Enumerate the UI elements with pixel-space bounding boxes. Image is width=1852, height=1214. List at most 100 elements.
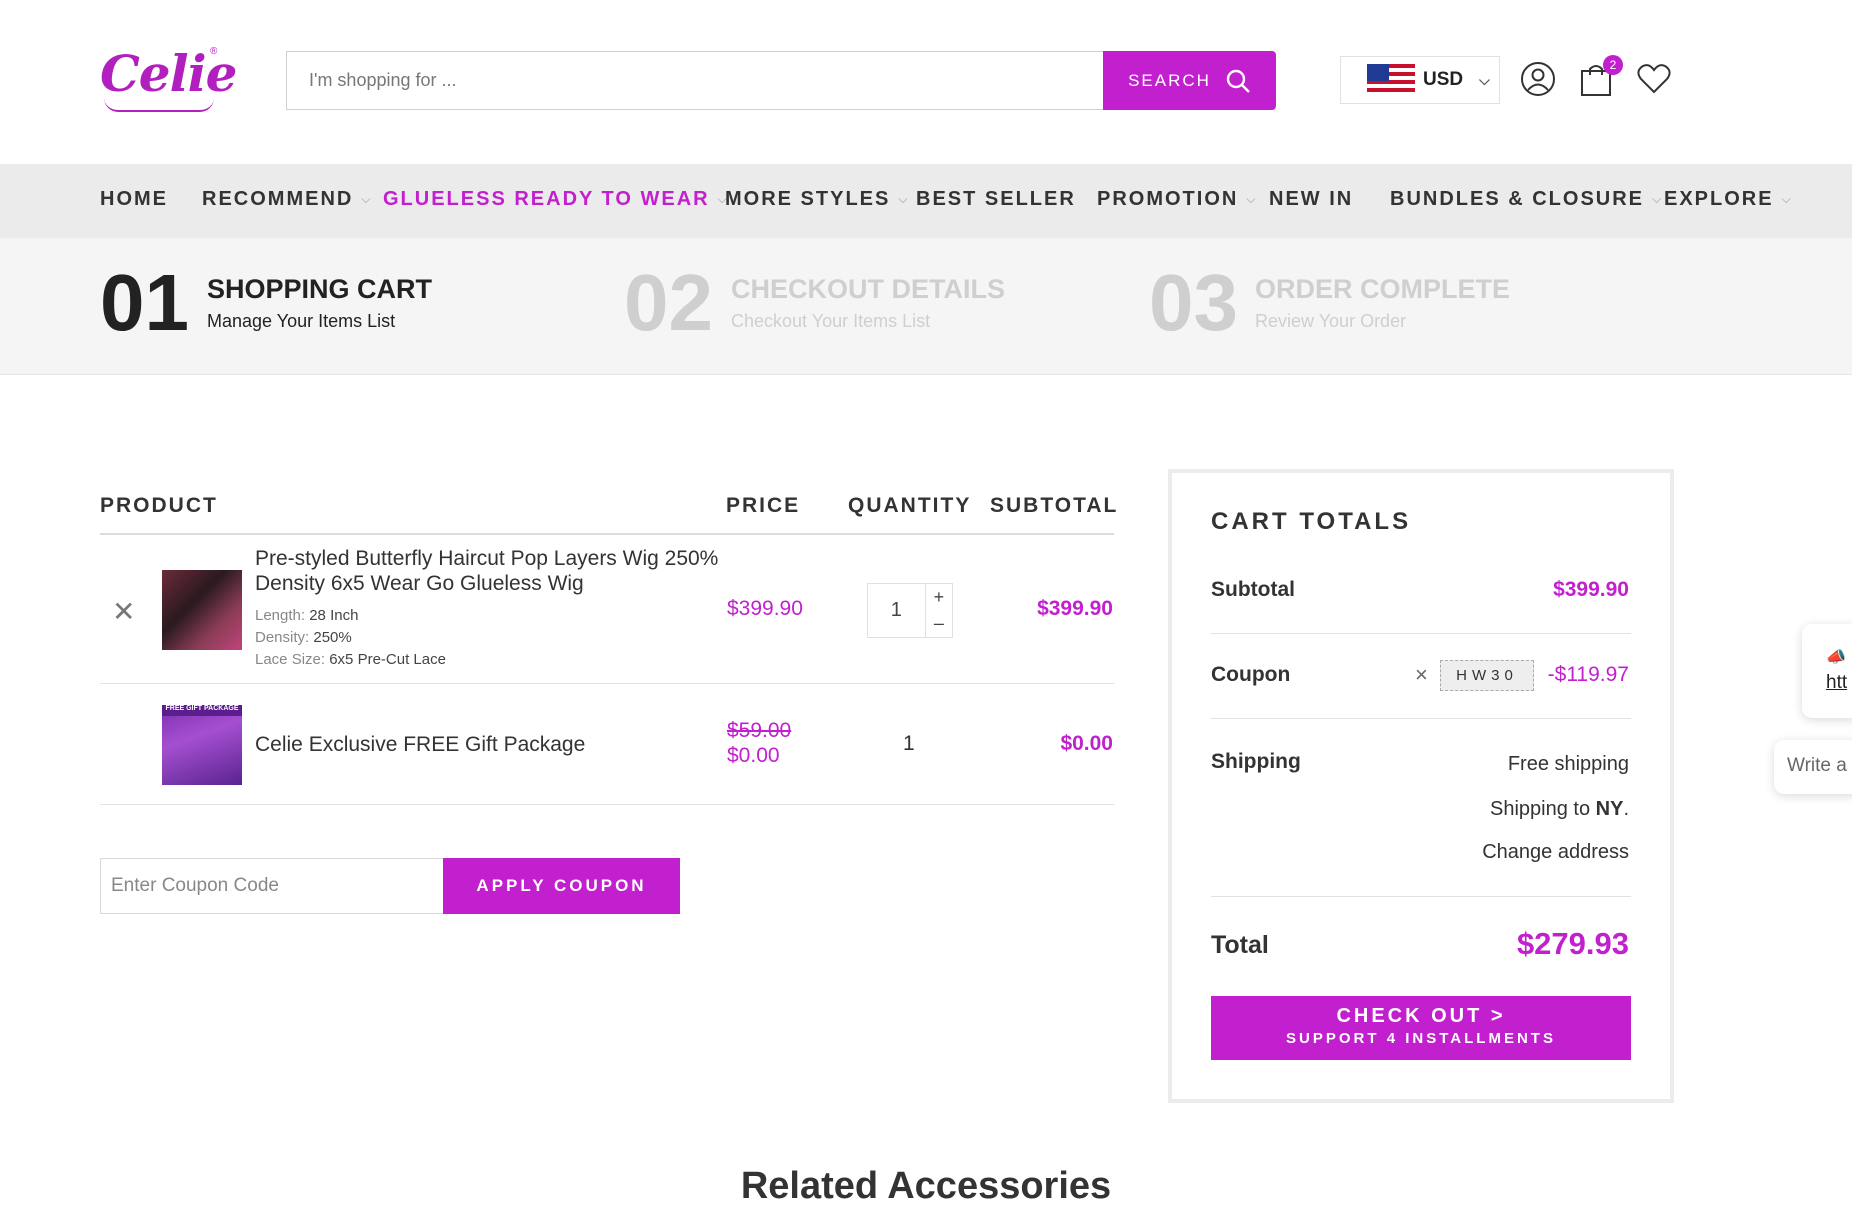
search-input[interactable]: I'm shopping for ...	[286, 51, 1104, 110]
nav-label: BEST SELLER	[916, 188, 1076, 210]
chevron-down-icon: ⌵	[1246, 192, 1258, 206]
divider	[100, 683, 1114, 684]
step-subtitle: Review Your Order	[1255, 311, 1407, 331]
subtotal-value: $399.90	[1553, 578, 1629, 601]
registered-mark: ®	[210, 46, 218, 57]
nav-explore[interactable]: EXPLORE ⌵	[1664, 188, 1793, 211]
header-quantity: QUANTITY	[848, 494, 972, 517]
step-number: 02	[624, 258, 713, 347]
currency-label: USD	[1423, 69, 1464, 90]
attr-value: 6x5 Pre-Cut Lace	[329, 651, 446, 668]
account-button[interactable]	[1518, 59, 1558, 99]
nav-label: EXPLORE	[1664, 188, 1774, 210]
celie-logo[interactable]: Celie ®	[100, 44, 237, 114]
heart-icon	[1637, 64, 1671, 94]
chevron-down-icon: ⌵	[1652, 192, 1664, 206]
divider	[1211, 633, 1631, 634]
thumbnail-label: FREE GIFT PACKAGE	[162, 705, 242, 716]
quantity-value: 1	[903, 732, 915, 755]
nav-bundles-closure[interactable]: BUNDLES & CLOSURE ⌵	[1390, 188, 1663, 211]
remove-coupon-button[interactable]: ×	[1415, 662, 1428, 688]
coupon-label: Coupon	[1211, 663, 1291, 686]
chat-placeholder: Write a	[1787, 755, 1847, 776]
attr-value: 250%	[313, 629, 352, 646]
nav-more-styles[interactable]: MORE STYLES ⌵	[725, 188, 909, 211]
nav-new-in[interactable]: NEW IN	[1269, 188, 1353, 211]
change-address-link[interactable]: Change address	[1482, 841, 1629, 864]
product-name[interactable]: Celie Exclusive FREE Gift Package	[255, 732, 585, 757]
nav-label: RECOMMEND	[202, 188, 354, 210]
header-subtotal: SUBTOTAL	[990, 494, 1119, 517]
chevron-down-icon: ⌵	[361, 192, 373, 206]
nav-label: NEW IN	[1269, 188, 1354, 210]
coupon-code-input[interactable]: Enter Coupon Code	[100, 858, 444, 914]
attr-label: Length:	[255, 607, 306, 624]
remove-item-button[interactable]: ✕	[112, 598, 135, 626]
coupon-code-tag: HW30	[1440, 660, 1534, 691]
chat-input-widget[interactable]: Write a	[1774, 740, 1852, 794]
shipping-method: Free shipping	[1507, 753, 1629, 775]
coupon-placeholder: Enter Coupon Code	[111, 875, 279, 896]
attr-label: Lace Size:	[255, 651, 326, 668]
coupon-discount: -$119.97	[1547, 663, 1629, 686]
step-title: ORDER COMPLETE	[1255, 274, 1511, 304]
item-price: $399.90	[727, 597, 803, 620]
step-number: 03	[1149, 258, 1238, 347]
header-product: PRODUCT	[100, 494, 218, 517]
decrement-button[interactable]: –	[926, 611, 952, 638]
subtotal-label: Subtotal	[1211, 578, 1295, 601]
step-title: SHOPPING CART	[207, 274, 433, 304]
shipping-destination: Shipping to NY.	[1490, 798, 1629, 821]
nav-label: GLUELESS READY TO WEAR	[383, 188, 710, 210]
product-attr-length: Length: 28 Inch	[255, 607, 358, 624]
total-label: Total	[1211, 931, 1269, 959]
related-accessories-heading: Related Accessories	[740, 1165, 1112, 1207]
megaphone-icon: 📣	[1826, 649, 1846, 666]
popup-link[interactable]: htt	[1826, 672, 1852, 694]
shipping-to-prefix: Shipping to	[1490, 798, 1596, 820]
attr-label: Density:	[255, 629, 310, 646]
wishlist-button[interactable]	[1634, 59, 1674, 99]
product-thumbnail[interactable]	[162, 570, 242, 650]
search-button[interactable]: SEARCH	[1103, 51, 1276, 110]
cart-count-badge: 2	[1603, 55, 1623, 75]
nav-label: BUNDLES & CLOSURE	[1390, 188, 1645, 210]
us-flag-icon	[1367, 64, 1415, 96]
divider	[100, 804, 1114, 805]
product-name-line2[interactable]: Density 6x5 Wear Go Glueless Wig	[255, 571, 584, 596]
nav-label: HOME	[100, 188, 168, 210]
quantity-stepper[interactable]: 1 + –	[867, 583, 953, 638]
step-title: CHECKOUT DETAILS	[731, 274, 1005, 304]
step-subtitle: Manage Your Items List	[207, 311, 396, 331]
search-placeholder: I'm shopping for ...	[309, 70, 457, 90]
checkout-button[interactable]: CHECK OUT > SUPPORT 4 INSTALLMENTS	[1211, 996, 1631, 1060]
chevron-down-icon: ⌵	[898, 192, 910, 206]
shipping-to-suffix: .	[1623, 798, 1629, 820]
nav-home[interactable]: HOME	[100, 188, 168, 211]
shipping-label: Shipping	[1211, 750, 1301, 773]
checkout-sublabel: SUPPORT 4 INSTALLMENTS	[1286, 1030, 1556, 1047]
product-name-line1[interactable]: Pre-styled Butterfly Haircut Pop Layers …	[255, 546, 718, 571]
total-value: $279.93	[1516, 926, 1629, 961]
nav-glueless[interactable]: GLUELESS READY TO WEAR ⌵	[383, 188, 729, 211]
nav-promotion[interactable]: PROMOTION ⌵	[1097, 188, 1257, 211]
header-price: PRICE	[726, 494, 801, 517]
attr-value: 28 Inch	[309, 607, 359, 624]
currency-selector[interactable]: USD ⌵	[1340, 56, 1500, 104]
gift-package-thumbnail[interactable]: FREE GIFT PACKAGE	[162, 705, 242, 785]
increment-button[interactable]: +	[926, 584, 952, 611]
apply-coupon-button[interactable]: APPLY COUPON	[443, 858, 680, 914]
divider	[100, 533, 1114, 535]
search-icon	[1226, 69, 1250, 93]
search-button-label: SEARCH	[1128, 70, 1211, 90]
quantity-controls: + –	[924, 584, 952, 638]
checkout-steps	[0, 238, 1852, 375]
cart-totals-title: CART TOTALS	[1211, 508, 1412, 535]
user-icon	[1521, 62, 1555, 96]
nav-best-seller[interactable]: BEST SELLER	[916, 188, 1076, 211]
quantity-value[interactable]: 1	[868, 584, 925, 637]
item-old-price: $59.00	[727, 719, 792, 742]
nav-recommend[interactable]: RECOMMEND ⌵	[202, 188, 372, 211]
notification-popup[interactable]: 📣 htt	[1802, 624, 1852, 718]
divider	[1211, 718, 1631, 719]
